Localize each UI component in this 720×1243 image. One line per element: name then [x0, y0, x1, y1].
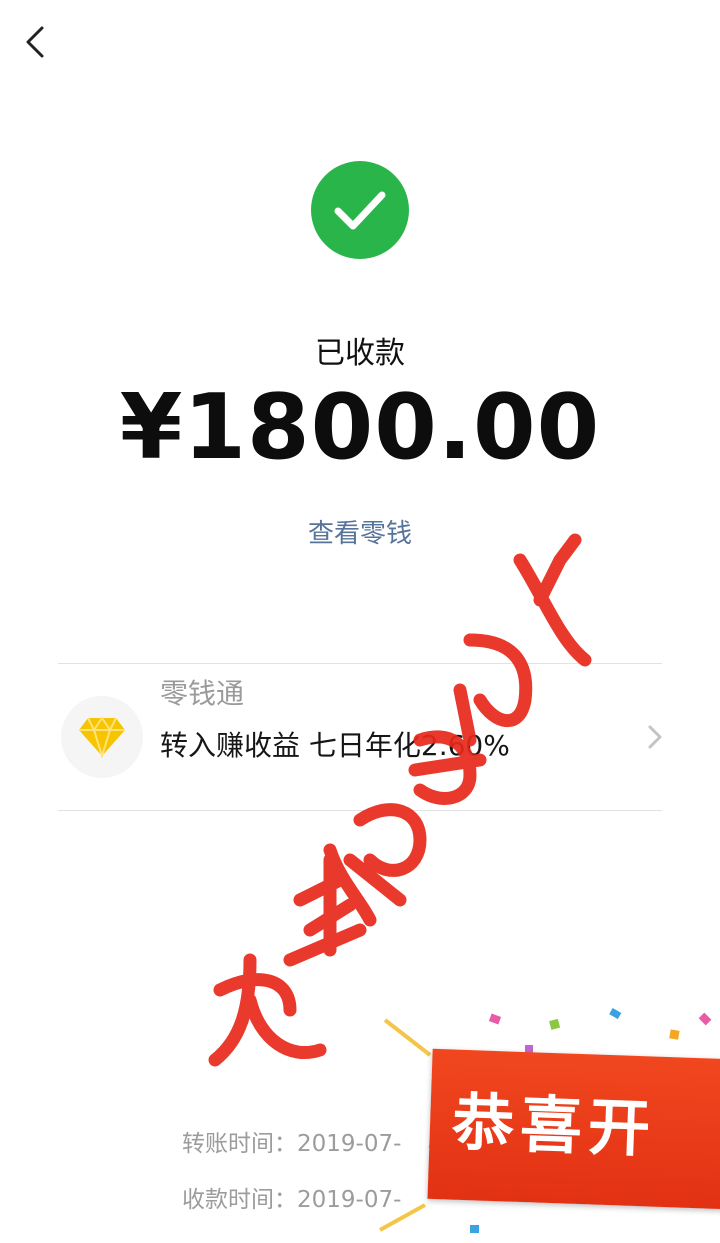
banner-text: 恭喜开: [450, 1085, 658, 1166]
promo-card[interactable]: 零钱通 转入赚收益 七日年化2.60%: [58, 663, 662, 811]
diamond-icon: [79, 716, 125, 758]
view-change-link[interactable]: 查看零钱: [0, 513, 720, 550]
transfer-time: 转账时间：2019-07-: [182, 1131, 402, 1157]
promo-description: 转入赚收益 七日年化2.60%: [160, 729, 510, 762]
receive-time: 收款时间：2019-07-: [182, 1187, 402, 1213]
congrats-banner: 恭喜开: [427, 1048, 720, 1210]
back-button[interactable]: [18, 22, 58, 62]
check-circle-icon: [311, 161, 409, 259]
chevron-right-icon: [648, 725, 662, 749]
promo-title: 零钱通: [160, 677, 245, 710]
chevron-left-icon: [26, 26, 44, 58]
amount-value: ¥1800.00: [119, 375, 601, 480]
diamond-icon-wrap: [61, 696, 143, 778]
status-label: 已收款: [315, 336, 405, 371]
